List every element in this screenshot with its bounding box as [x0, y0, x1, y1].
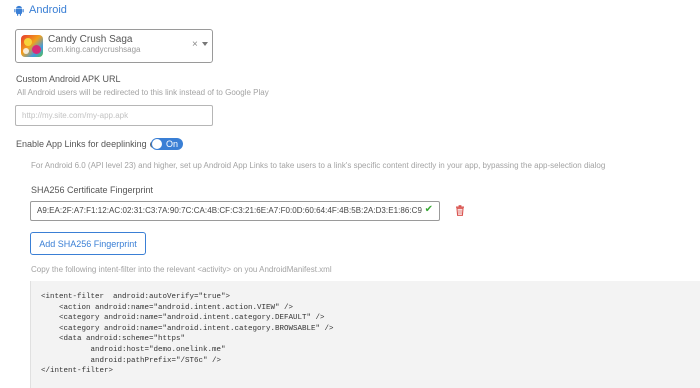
trash-icon[interactable]	[455, 205, 465, 216]
clear-icon[interactable]: ×	[192, 39, 198, 50]
app-links-toggle[interactable]: On	[151, 138, 183, 150]
sha256-label: SHA256 Certificate Fingerprint	[31, 185, 154, 195]
add-sha256-button[interactable]: Add SHA256 Fingerprint	[30, 232, 146, 255]
sha256-input[interactable]: A9:EA:2F:A7:F1:12:AC:02:31:C3:7A:90:7C:C…	[30, 201, 440, 221]
apk-url-label: Custom Android APK URL	[16, 74, 121, 84]
intent-filter-code[interactable]: <intent-filter android:autoVerify="true"…	[30, 281, 700, 388]
app-select[interactable]: Candy Crush Saga com.king.candycrushsaga…	[15, 29, 213, 63]
check-icon: ✔	[424, 204, 433, 215]
apk-url-help: All Android users will be redirected to …	[17, 88, 269, 97]
app-links-label-row: Enable App Links for deeplinking i	[16, 139, 157, 149]
android-icon	[14, 5, 24, 16]
section-title: Android	[29, 4, 67, 16]
manifest-instruction: Copy the following intent-filter into th…	[31, 265, 332, 274]
chevron-down-icon[interactable]	[202, 42, 208, 46]
toggle-label: On	[166, 139, 179, 149]
app-links-help: For Android 6.0 (API level 23) and highe…	[31, 161, 606, 170]
section-header-android: Android	[14, 4, 67, 16]
app-name: Candy Crush Saga	[48, 34, 133, 45]
app-icon	[21, 35, 43, 57]
app-package-id: com.king.candycrushsaga	[48, 45, 141, 54]
app-links-label: Enable App Links for deeplinking	[16, 139, 147, 149]
apk-url-input[interactable]	[15, 105, 213, 126]
toggle-knob	[152, 139, 162, 149]
sha256-value: A9:EA:2F:A7:F1:12:AC:02:31:C3:7A:90:7C:C…	[37, 206, 422, 215]
